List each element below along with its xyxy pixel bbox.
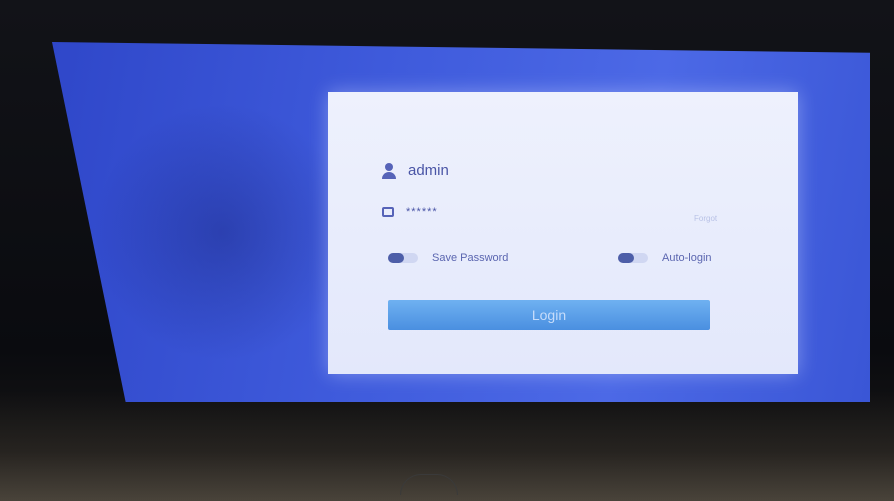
lock-icon (382, 207, 394, 217)
monitor-screen: admin ****** Forgot Save Password Auto-l… (52, 42, 870, 402)
monitor-stand-notch (400, 474, 458, 495)
screen-shadow (92, 102, 352, 362)
username-field[interactable]: admin (408, 162, 449, 179)
auto-login-option[interactable]: Auto-login (618, 252, 712, 264)
password-field[interactable]: ****** (406, 206, 438, 218)
save-password-label: Save Password (432, 252, 509, 264)
forgot-password-link[interactable]: Forgot (694, 214, 717, 223)
save-password-option[interactable]: Save Password (388, 252, 508, 264)
login-panel: admin ****** Forgot Save Password Auto-l… (328, 92, 798, 374)
auto-login-toggle[interactable] (618, 253, 648, 263)
password-row[interactable]: ****** (382, 206, 438, 218)
save-password-toggle[interactable] (388, 253, 418, 263)
auto-login-label: Auto-login (662, 252, 712, 264)
user-icon (382, 162, 396, 179)
username-row[interactable]: admin (382, 162, 449, 179)
login-button[interactable]: Login (388, 300, 710, 330)
